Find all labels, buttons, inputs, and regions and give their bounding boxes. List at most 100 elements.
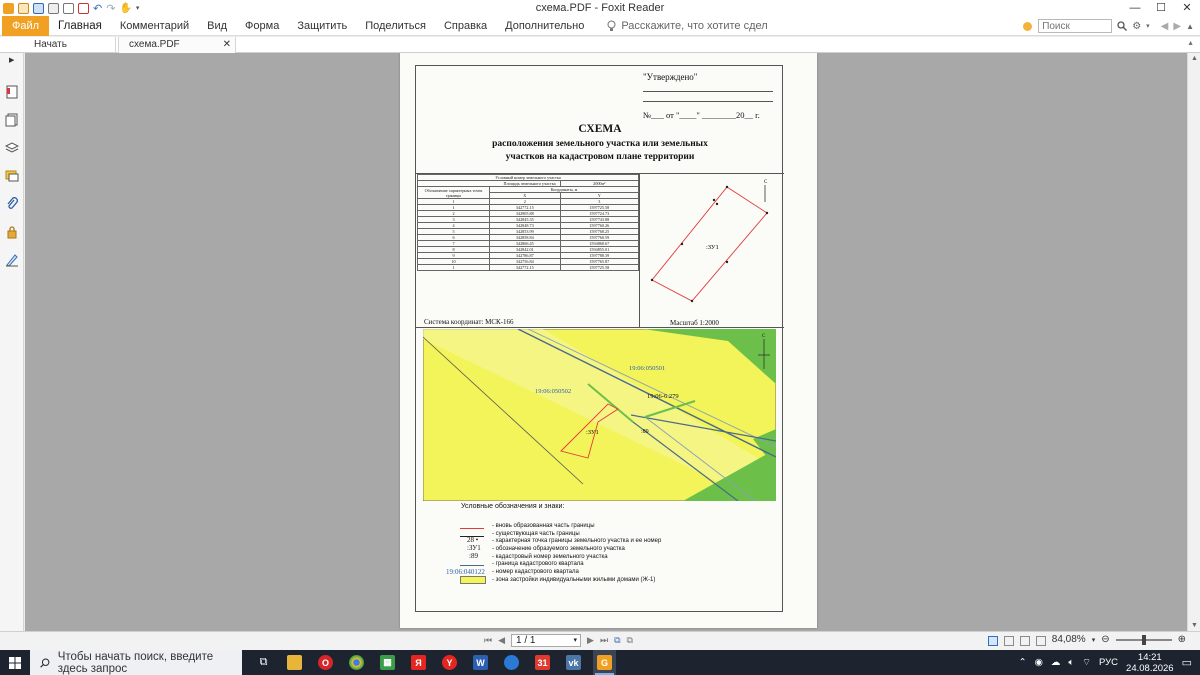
back-nav-icon[interactable]: ◀ (1161, 21, 1169, 32)
taskbar-store[interactable]: ▦ (376, 650, 399, 675)
file-explorer-icon (287, 655, 302, 670)
comments-icon[interactable] (5, 169, 19, 183)
legend-text: - существующая часть границы (492, 531, 580, 537)
start-button[interactable] (0, 650, 30, 675)
legend-text: - граница кадастрового квартала (492, 561, 584, 567)
legend-swatch-new-boundary (460, 528, 484, 529)
menu-home[interactable]: Главная (49, 16, 111, 36)
lightbulb-tip-icon[interactable] (1022, 21, 1033, 32)
bookmarks-icon[interactable] (5, 85, 19, 99)
close-button[interactable]: ✕ (1174, 0, 1200, 16)
notifications-icon[interactable]: ▭ (1182, 656, 1192, 669)
new-doc-icon[interactable] (78, 2, 89, 14)
menu-file[interactable]: Файл (2, 15, 50, 36)
previous-view-icon[interactable]: ⧉ (614, 635, 620, 646)
zoom-dropdown-icon[interactable]: ▾ (1092, 636, 1096, 644)
first-page-icon[interactable]: ⏮ (484, 635, 492, 646)
page-number-field[interactable]: 1 / 1 ▾ (511, 634, 582, 647)
language-indicator[interactable]: РУС (1099, 657, 1118, 668)
forward-nav-icon[interactable]: ▶ (1173, 21, 1181, 32)
open-icon[interactable] (18, 2, 29, 14)
continuous-facing-icon[interactable] (1036, 636, 1046, 646)
clock[interactable]: 14:21 24.08.2026 (1126, 652, 1174, 674)
tell-me-box[interactable]: Расскажите, что хотите сдел (593, 20, 768, 32)
redo-icon[interactable]: ↷ (106, 2, 115, 15)
settings-gear-icon[interactable]: ⚙ (1132, 21, 1141, 32)
side-panel: ▶ (0, 53, 24, 631)
prev-page-icon[interactable]: ◀ (498, 635, 505, 646)
tab-scroll-icon[interactable]: ▲ (1187, 40, 1194, 47)
single-page-icon[interactable] (988, 636, 998, 646)
volume-icon[interactable]: 🔈︎ (1068, 657, 1074, 668)
collapse-ribbon-icon[interactable]: ▲ (1186, 22, 1194, 31)
taskbar-calendar[interactable]: 31 (531, 650, 554, 675)
onedrive-icon[interactable]: ☁ (1051, 657, 1061, 668)
store-icon: ▦ (380, 655, 395, 670)
maximize-button[interactable]: ☐ (1148, 0, 1174, 16)
print-icon[interactable] (48, 2, 59, 14)
signatures-icon[interactable] (5, 253, 19, 267)
taskbar-search[interactable]: Чтобы начать поиск, введите здесь запрос (30, 650, 242, 675)
pages-icon[interactable] (5, 113, 19, 127)
tab-document[interactable]: схема.PDF ✕ (118, 37, 236, 53)
zoom-out-icon[interactable]: ⊖ (1101, 634, 1109, 645)
zoom-slider-knob[interactable] (1141, 634, 1146, 645)
scroll-up-icon[interactable]: ▲ (1191, 55, 1198, 62)
taskbar-word[interactable]: W (469, 650, 492, 675)
clock-date: 24.08.2026 (1126, 662, 1174, 674)
close-tab-icon[interactable]: ✕ (223, 37, 231, 53)
vertical-scrollbar[interactable]: ▲ ▼ (1187, 53, 1200, 631)
taskbar-yandex-browser[interactable]: Y (438, 650, 461, 675)
next-view-icon[interactable]: ⧉ (627, 635, 633, 646)
menu-share[interactable]: Поделиться (356, 16, 435, 36)
search-icon[interactable] (1117, 21, 1128, 31)
page-dropdown-icon[interactable]: ▾ (574, 635, 578, 646)
zoom-value[interactable]: 84,08% (1052, 634, 1086, 645)
scroll-down-icon[interactable]: ▼ (1191, 622, 1198, 629)
next-page-icon[interactable]: ▶ (587, 635, 594, 646)
search-input[interactable] (1038, 19, 1113, 33)
taskbar-opera[interactable]: O (314, 650, 337, 675)
customize-dropdown-icon[interactable]: ▾ (136, 4, 140, 12)
taskbar-foxit[interactable]: G (593, 650, 616, 675)
network-icon[interactable]: ◉ (1035, 657, 1043, 668)
legend-text: - кадастровый номер земельного участка (492, 554, 608, 560)
menu-form[interactable]: Форма (236, 16, 288, 36)
zoom-slider[interactable] (1115, 634, 1172, 645)
taskbar-yandex[interactable]: Я (407, 650, 430, 675)
layers-icon[interactable] (5, 141, 19, 155)
menu-comment[interactable]: Комментарий (111, 16, 198, 36)
attachments-icon[interactable] (5, 197, 19, 211)
foxit-logo-icon (3, 2, 14, 14)
wifi-icon[interactable]: ⌔ (1082, 657, 1091, 668)
foxit-reader-icon: G (597, 655, 612, 670)
save-icon[interactable] (33, 2, 44, 14)
email-icon[interactable] (63, 2, 74, 14)
menu-protect[interactable]: Защитить (288, 16, 356, 36)
page-frame: "Утверждено" №___ от "____" ________20__… (415, 65, 784, 612)
task-view-button[interactable]: ⧉ (252, 650, 275, 675)
zoom-in-icon[interactable]: ⊕ (1178, 634, 1186, 645)
opera-icon: O (318, 655, 333, 670)
last-page-icon[interactable]: ⏭ (600, 635, 608, 646)
menu-help[interactable]: Справка (435, 16, 496, 36)
facing-icon[interactable] (1020, 636, 1030, 646)
document-viewport[interactable]: "Утверждено" №___ от "____" ________20__… (25, 53, 1187, 631)
scheme-north-label: С (764, 180, 768, 185)
security-lock-icon[interactable] (5, 225, 19, 239)
expand-panel-icon[interactable]: ▶ (9, 56, 14, 64)
taskbar-explorer[interactable] (283, 650, 306, 675)
taskbar-chrome[interactable] (345, 650, 368, 675)
settings-dropdown-icon[interactable]: ▾ (1146, 22, 1150, 30)
hand-tool-icon[interactable]: ✋ (119, 3, 131, 14)
taskbar-vk[interactable]: vk (562, 650, 585, 675)
minimize-button[interactable]: — (1122, 0, 1148, 16)
taskbar-app-blue[interactable] (500, 650, 523, 675)
view-modes (988, 636, 1046, 646)
tab-start[interactable]: Начать (24, 37, 116, 53)
menu-extra[interactable]: Дополнительно (496, 16, 593, 36)
tray-expand-icon[interactable]: ⌃ (1019, 657, 1027, 668)
undo-icon[interactable]: ↶ (93, 2, 102, 15)
continuous-icon[interactable] (1004, 636, 1014, 646)
menu-view[interactable]: Вид (198, 16, 236, 36)
